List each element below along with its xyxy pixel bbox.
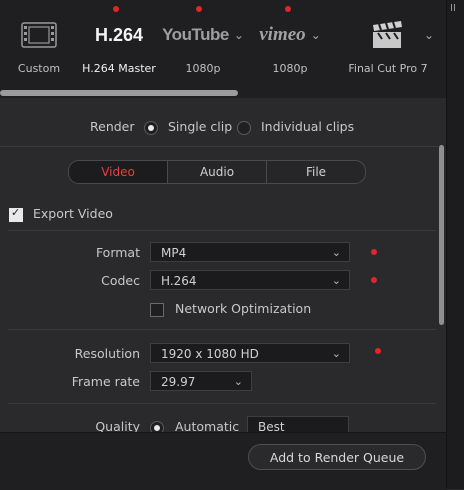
preset-vimeo[interactable]: vimeo ⌄ 1080p (248, 0, 332, 98)
render-label: Render (90, 119, 135, 134)
frame-rate-select[interactable]: 29.97 ⌄ (150, 371, 252, 391)
tab-bar: Video Audio File (68, 160, 366, 184)
resolution-select[interactable]: 1920 x 1080 HD ⌄ (150, 343, 350, 363)
tab-audio[interactable]: Audio (167, 161, 266, 183)
preset-indicator-dot (196, 6, 202, 12)
resolution-value: 1920 x 1080 HD (161, 347, 259, 361)
right-panel-strip: II (446, 0, 464, 489)
tab-video[interactable]: Video (69, 161, 167, 183)
resolution-indicator-dot (375, 348, 381, 354)
resolution-label: Resolution (74, 346, 140, 361)
chevron-down-icon: ⌄ (331, 246, 341, 259)
film-icon (0, 20, 78, 50)
preset-label: 1080p (272, 62, 308, 75)
preset-label: H.264 Master (82, 62, 156, 75)
individual-clips-label[interactable]: Individual clips (261, 119, 354, 134)
format-label: Format (95, 245, 140, 260)
frame-rate-value: 29.97 (161, 375, 196, 389)
divider (8, 329, 436, 330)
single-clip-radio[interactable] (144, 120, 158, 135)
chevron-down-icon[interactable]: ⌄ (311, 28, 321, 42)
frame-rate-label: Frame rate (71, 374, 140, 389)
codec-value: H.264 (161, 274, 197, 288)
vertical-scrollbar[interactable] (439, 145, 444, 325)
codec-select[interactable]: H.264 ⌄ (150, 270, 350, 290)
youtube-logo: YouTube ⌄ (162, 25, 244, 44)
preset-h264-master[interactable]: H.264 H.264 Master (80, 0, 158, 98)
chevron-down-icon[interactable]: ⌄ (234, 28, 244, 42)
right-strip-label: II (450, 3, 456, 14)
horizontal-scrollbar[interactable] (0, 90, 238, 96)
divider (0, 146, 438, 147)
preset-label: Final Cut Pro 7 (348, 62, 428, 75)
individual-clips-radio[interactable] (237, 120, 251, 135)
network-optimization-label: Network Optimization (175, 301, 312, 316)
preset-indicator-dot (285, 6, 291, 12)
codec-indicator-dot (371, 277, 377, 283)
preset-label: 1080p (185, 62, 221, 75)
chevron-down-icon: ⌄ (331, 347, 341, 360)
export-video-label: Export Video (33, 206, 113, 221)
add-to-render-queue-button[interactable]: Add to Render Queue (248, 444, 426, 470)
preset-custom[interactable]: Custom (0, 0, 78, 98)
format-value: MP4 (161, 246, 187, 260)
preset-bar: Custom H.264 H.264 Master YouTube ⌄ 1080… (0, 0, 446, 98)
format-select[interactable]: MP4 ⌄ (150, 242, 350, 262)
divider (8, 403, 436, 404)
preset-final-cut-pro[interactable]: ⌄ Final Cut Pro 7 (338, 0, 438, 98)
chevron-down-icon: ⌄ (233, 375, 243, 388)
preset-label: Custom (17, 62, 61, 75)
vimeo-logo: vimeo ⌄ (259, 24, 321, 45)
clapperboard-icon: ⌄ (338, 20, 438, 50)
export-video-checkbox[interactable] (9, 206, 23, 222)
divider (8, 230, 436, 231)
tab-file[interactable]: File (266, 161, 365, 183)
codec-label: Codec (101, 273, 140, 288)
single-clip-label[interactable]: Single clip (168, 119, 232, 134)
chevron-down-icon[interactable]: ⌄ (424, 28, 434, 42)
preset-indicator-dot (113, 6, 119, 12)
h264-logo: H.264 (94, 24, 144, 45)
chevron-down-icon: ⌄ (331, 274, 341, 287)
network-optimization-checkbox[interactable] (150, 302, 164, 317)
preset-youtube[interactable]: YouTube ⌄ 1080p (162, 0, 244, 98)
format-indicator-dot (371, 249, 377, 255)
